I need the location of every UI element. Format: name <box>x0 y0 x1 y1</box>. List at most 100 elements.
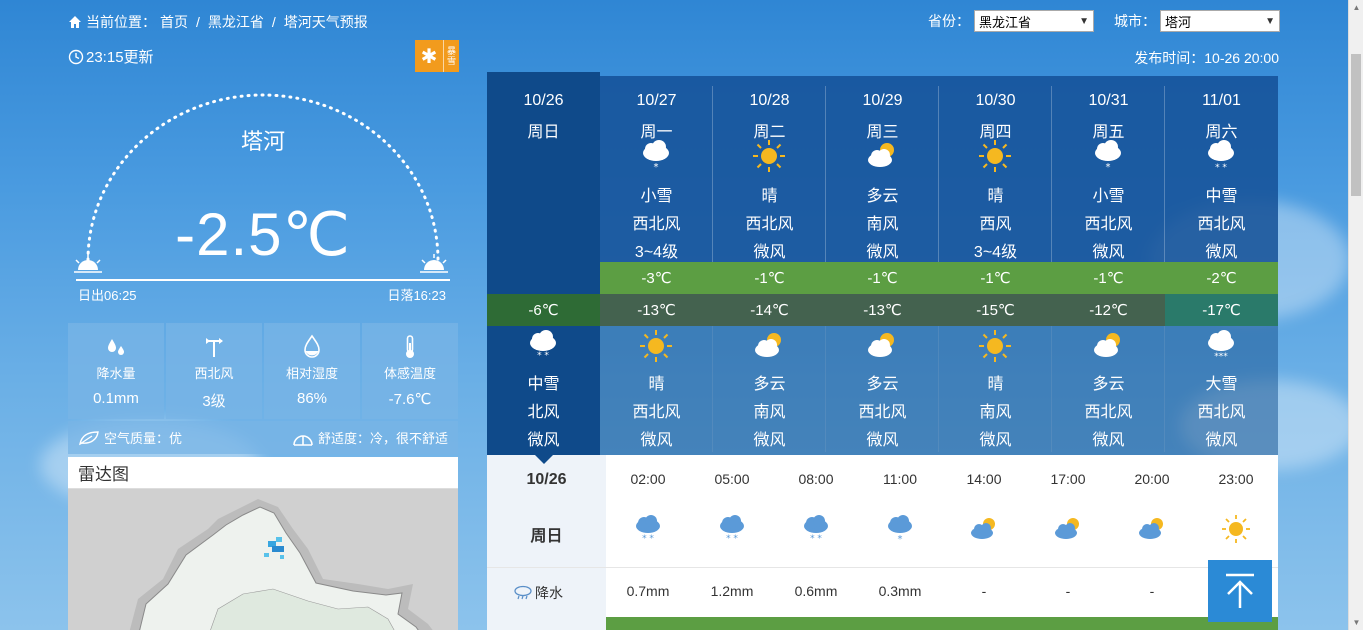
stat-value: 86% <box>296 390 328 407</box>
sunny-icon <box>979 330 1011 362</box>
forecast-day[interactable]: 10/27 周一 * 小雪 西北风 3~4级 -3℃ -13℃ 晴 西北风 微风 <box>600 72 713 455</box>
scroll-up-arrow-icon[interactable]: ▲ <box>1349 0 1363 15</box>
rain-cloud-icon <box>514 585 532 600</box>
top-bar: 当前位置： 首页 / 黑龙江省 / 塔河天气预报 省份： 黑龙江省 ▼ 城市： … <box>68 10 1280 34</box>
warning-text: 暴 雪 <box>443 40 459 72</box>
cloudy-icon <box>755 333 781 357</box>
forecast-low-temp: -13℃ <box>826 294 939 326</box>
vertical-scrollbar[interactable]: ▲ ▼ <box>1348 0 1363 630</box>
hourly-time: 02:00 <box>630 471 666 487</box>
province-select[interactable]: 黑龙江省 ▼ <box>974 10 1094 32</box>
province-select-value: 黑龙江省 <box>979 14 1032 30</box>
night-weather: 多云 <box>866 376 899 393</box>
day-weather: 多云 <box>866 188 899 205</box>
day-weather: 小雪 <box>640 188 673 205</box>
forecast-low-temp: -15℃ <box>939 294 1052 326</box>
forecast-day[interactable]: 10/29 周三 多云 南风 微风 -1℃ -13℃ 多云 西北风 微风 <box>826 72 939 455</box>
hourly-precip: 0.7mm <box>626 583 670 599</box>
hourly-slot: 05:00 * * 1.2mm <box>690 455 774 630</box>
city-select-value: 塔河 <box>1165 14 1192 30</box>
night-wind-level: 微风 <box>640 432 673 449</box>
forecast-date: 10/28 <box>749 92 790 109</box>
hourly-slot: 11:00 * 0.3mm <box>858 455 942 630</box>
forecast-day[interactable]: 10/30 周四 晴 西风 3~4级 -1℃ -15℃ 晴 南风 微风 <box>939 72 1052 455</box>
blizzard-warning-badge[interactable]: ✱ 暴 雪 <box>415 40 459 72</box>
scroll-down-arrow-icon[interactable]: ▼ <box>1349 615 1363 630</box>
comfort-index: 舒适度：冷，很不舒适 <box>292 428 448 447</box>
comfort-text: 舒适度：冷，很不舒适 <box>317 431 448 446</box>
hourly-slot: 02:00 * * 0.7mm <box>606 455 690 630</box>
svg-text:* *: * * <box>726 534 738 544</box>
day-wind: 西风 <box>979 216 1012 233</box>
chevron-down-icon: ▼ <box>1079 15 1089 27</box>
seven-day-forecast: 10/26 周日 -6℃ * * 中雪 北风 微风 10/27 周一 * 小雪 … <box>487 72 1278 455</box>
breadcrumb-prefix: 当前位置： <box>86 14 156 30</box>
day-wind: 西北风 <box>745 216 794 233</box>
scrollbar-thumb[interactable] <box>1351 54 1361 196</box>
stat-value: 0.1mm <box>93 390 139 407</box>
sunny-icon <box>979 140 1011 172</box>
day-wind: 西北风 <box>1084 216 1133 233</box>
forecast-day[interactable]: 10/26 周日 -6℃ * * 中雪 北风 微风 <box>487 72 600 455</box>
sunset-time: 日落16:23 <box>387 288 446 303</box>
stat-label: 体感温度 <box>383 366 436 381</box>
heavy-snow-icon: *** <box>1208 330 1234 362</box>
hourly-slot: 17:00 - <box>1026 455 1110 630</box>
radar-map-image <box>68 489 458 630</box>
city-select[interactable]: 塔河 ▼ <box>1160 10 1280 32</box>
day-wind-level: 3~4级 <box>973 244 1018 261</box>
cloudy-icon <box>1094 333 1120 357</box>
air-quality-bar: 空气质量：优 舒适度：冷，很不舒适 <box>68 421 458 454</box>
moderate-snow-icon: * * <box>530 330 556 361</box>
moderate-snow-icon: * * <box>1208 140 1234 173</box>
hourly-time: 08:00 <box>798 471 834 487</box>
current-weather-panel: 塔河 -2.5℃ 日出06:25 日落16:23 <box>68 80 458 310</box>
forecast-day[interactable]: 10/31 周五 * 小雪 西北风 微风 -1℃ -12℃ 多云 西北风 微风 <box>1052 72 1165 455</box>
hourly-time: 11:00 <box>883 471 917 487</box>
snowflake-icon: ✱ <box>420 45 438 68</box>
svg-text:* *: * * <box>1215 163 1227 173</box>
forecast-day[interactable]: 11/01 周六 * * 中雪 西北风 微风 -2℃ -17℃ *** 大雪 西… <box>1165 72 1278 455</box>
hourly-precip: 0.3mm <box>878 583 922 599</box>
day-weather: 晴 <box>987 188 1004 205</box>
night-weather: 晴 <box>987 376 1004 393</box>
radar-map[interactable] <box>68 489 458 630</box>
breadcrumb-home[interactable]: 首页 <box>160 12 188 32</box>
hourly-slot: 20:00 - <box>1110 455 1194 630</box>
night-wind-level: 微风 <box>979 432 1012 449</box>
radar-title: 雷达图 <box>68 457 458 489</box>
back-to-top-button[interactable] <box>1208 560 1272 622</box>
sunny-icon <box>753 140 785 172</box>
hourly-day-header: 10/26 周日 降水 <box>487 455 606 630</box>
forecast-day[interactable]: 10/28 周二 晴 西北风 微风 -1℃ -14℃ 多云 南风 微风 <box>713 72 826 455</box>
forecast-low-temp: -14℃ <box>713 294 826 326</box>
day-wind: 西北风 <box>1197 216 1246 233</box>
air-quality-text: 空气质量：优 <box>104 431 183 446</box>
light-snow-icon: * <box>1095 140 1121 173</box>
weather-stats: 降水量 0.1mm 西北风 3级 相对湿度 86% 体感温度 -7.6℃ <box>68 323 458 419</box>
publish-time: 发布时间：10-26 20:00 <box>1134 50 1279 66</box>
province-label: 省份： <box>928 13 970 29</box>
forecast-low-temp: -13℃ <box>600 294 713 326</box>
moderate-snow-icon: * * <box>720 515 744 544</box>
night-wind: 南风 <box>979 404 1012 421</box>
hourly-time: 05:00 <box>714 471 750 487</box>
stat-label: 西北风 <box>194 366 234 381</box>
air-quality: 空气质量：优 <box>78 428 182 447</box>
humidity-drop-icon <box>304 334 320 358</box>
forecast-date: 10/30 <box>975 92 1016 109</box>
hourly-weekday: 周日 <box>530 528 563 545</box>
sun-arc <box>74 93 450 281</box>
night-wind-level: 微风 <box>866 432 899 449</box>
cloudy-icon <box>868 333 894 357</box>
temperature-trend-bar <box>606 617 1278 630</box>
night-weather: 中雪 <box>527 376 560 393</box>
arrow-up-icon <box>1226 573 1254 608</box>
stat-humidity: 相对湿度 86% <box>264 323 360 419</box>
breadcrumb-separator: / <box>196 14 200 30</box>
night-wind-level: 微风 <box>753 432 786 449</box>
sunny-icon <box>640 330 672 362</box>
forecast-date: 10/29 <box>862 92 903 109</box>
breadcrumb-province[interactable]: 黑龙江省 <box>208 12 264 32</box>
night-wind: 西北风 <box>1084 404 1133 421</box>
